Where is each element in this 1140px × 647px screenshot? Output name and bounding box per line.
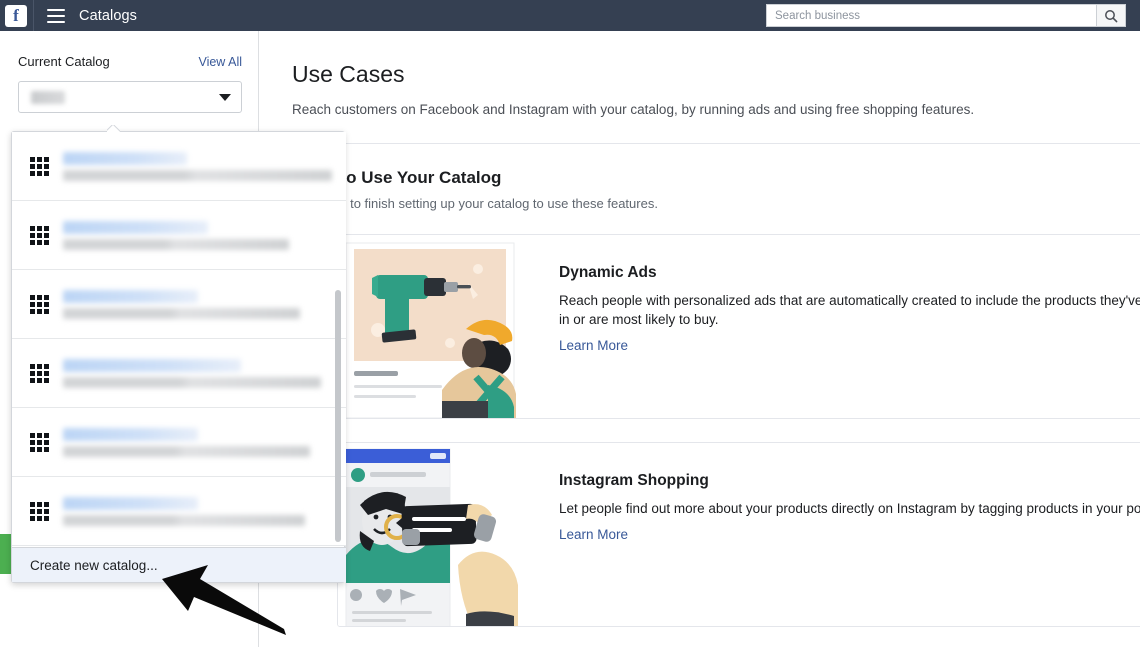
- catalog-item-text: [63, 151, 332, 181]
- use-case-card-dynamic-ads[interactable]: Dynamic Ads Reach people with personaliz…: [337, 234, 1140, 419]
- sidebar-header: Current Catalog View All: [0, 31, 258, 69]
- section-title: Ways to Use Your Catalog: [292, 168, 502, 187]
- catalog-item-text: [63, 358, 332, 388]
- page-header: Use Cases Reach customers on Facebook an…: [259, 31, 1140, 117]
- create-new-catalog-label: Create new catalog...: [30, 557, 158, 573]
- catalog-list-item[interactable]: [12, 201, 346, 270]
- view-all-link[interactable]: View All: [198, 55, 242, 69]
- drill-ad-illustration: [338, 235, 543, 418]
- catalog-list[interactable]: [12, 132, 346, 548]
- section-header: Ways to Use Your Catalog You need to fin…: [259, 144, 1140, 211]
- card-description: Reach people with personalized ads that …: [559, 293, 1140, 327]
- page-title: Use Cases: [292, 61, 405, 87]
- grid-icon: [30, 156, 49, 176]
- learn-more-link-dynamic-ads[interactable]: Learn More: [559, 338, 1140, 353]
- catalog-item-title: [63, 289, 198, 303]
- catalog-list-item[interactable]: [12, 339, 346, 408]
- catalog-select-dropdown-button[interactable]: [18, 81, 242, 113]
- catalog-item-subtitle: [63, 445, 311, 457]
- catalog-item-text: [63, 220, 332, 250]
- catalog-item-text: [63, 496, 332, 526]
- dropdown-scrollbar[interactable]: [335, 290, 341, 542]
- create-new-catalog-item[interactable]: Create new catalog...: [12, 547, 346, 582]
- card-title: Instagram Shopping: [559, 472, 709, 489]
- card-title: Dynamic Ads: [559, 264, 657, 281]
- grid-icon: [30, 225, 49, 245]
- grid-icon: [30, 363, 49, 383]
- card-body-instagram-shopping: Instagram Shopping Let people find out m…: [543, 443, 1140, 626]
- catalog-item-subtitle: [63, 169, 332, 181]
- catalog-item-title: [63, 358, 241, 372]
- dropdown-caret: [107, 125, 120, 132]
- grid-icon: [30, 501, 49, 521]
- grid-icon: [30, 432, 49, 452]
- page-subtitle: Reach customers on Facebook and Instagra…: [292, 102, 975, 117]
- selected-catalog-name: [31, 90, 65, 104]
- page-title-topbar: Catalogs: [79, 7, 138, 24]
- section-subtitle: You need to finish setting up your catal…: [292, 196, 658, 211]
- catalog-item-subtitle: [63, 376, 322, 388]
- instagram-tagging-illustration: [338, 443, 543, 626]
- catalog-list-item[interactable]: [12, 132, 346, 201]
- use-case-card-instagram-shopping[interactable]: Instagram Shopping Let people find out m…: [337, 442, 1140, 627]
- chevron-down-icon: [219, 93, 231, 101]
- catalog-dropdown-menu: Create new catalog...: [11, 131, 346, 583]
- main-content: Use Cases Reach customers on Facebook an…: [259, 31, 1140, 647]
- catalog-item-title: [63, 151, 187, 165]
- learn-more-link-instagram-shopping[interactable]: Learn More: [559, 527, 1140, 542]
- search-business-container: [766, 4, 1126, 27]
- catalog-item-text: [63, 427, 332, 457]
- catalog-list-item[interactable]: [12, 477, 346, 546]
- card-description: Let people find out more about your prod…: [559, 501, 1140, 516]
- search-button[interactable]: [1096, 4, 1126, 27]
- catalog-item-title: [63, 220, 209, 234]
- grid-icon: [30, 294, 49, 314]
- catalog-list-item[interactable]: [12, 408, 346, 477]
- topbar-divider: [33, 0, 34, 31]
- hamburger-menu-icon[interactable]: [47, 8, 65, 23]
- catalog-item-subtitle: [63, 307, 300, 319]
- catalog-item-title: [63, 427, 198, 441]
- search-input[interactable]: [766, 4, 1096, 27]
- catalog-item-subtitle: [63, 238, 289, 250]
- catalog-item-text: [63, 289, 332, 319]
- green-status-indicator: [0, 534, 11, 574]
- catalog-item-subtitle: [63, 514, 306, 526]
- current-catalog-label: Current Catalog: [18, 54, 110, 69]
- catalog-item-title: [63, 496, 198, 510]
- catalog-list-item[interactable]: [12, 270, 346, 339]
- top-navigation-bar: f Catalogs: [0, 0, 1140, 31]
- card-body-dynamic-ads: Dynamic Ads Reach people with personaliz…: [543, 235, 1140, 418]
- facebook-logo[interactable]: f: [5, 4, 27, 27]
- search-icon: [1105, 9, 1118, 22]
